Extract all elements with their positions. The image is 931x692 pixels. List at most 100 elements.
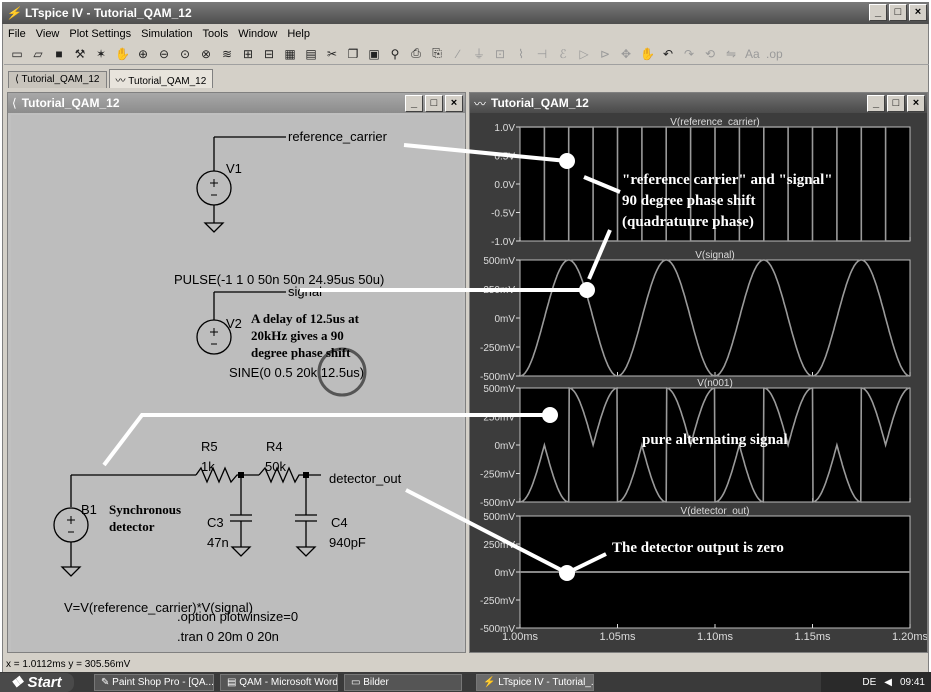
wire-v1-top [213,136,286,171]
mirror-icon[interactable]: ⇋ [724,47,738,61]
pane-3-ytick-label-0: 500mV [483,512,515,523]
waveform-close-button[interactable]: × [907,95,925,112]
schematic-minimize-button[interactable]: _ [405,95,423,112]
v1-symbol [196,170,232,206]
wire-icon[interactable]: ∕ [451,47,465,61]
paste-icon[interactable]: ▣ [367,47,381,61]
label-icon[interactable]: ⊡ [493,47,507,61]
cut-icon[interactable]: ✂ [325,47,339,61]
find-icon[interactable]: ⚲ [388,47,402,61]
taskbar: ❖ Start ✎ Paint Shop Pro - [QA... ▤ QAM -… [0,672,931,692]
note-delay-line1: A delay of 12.5us at [251,311,360,326]
r5-name: R5 [201,439,218,454]
waveform-minimize-button[interactable]: _ [867,95,885,112]
v1-polarity [210,179,218,196]
undo-icon[interactable]: ↶ [661,47,675,61]
cascade-icon[interactable]: ▤ [304,47,318,61]
v2-name: V2 [226,316,242,331]
v2-value: SINE(0 0.5 20k 12.5us) [229,365,364,380]
drag-icon[interactable]: ✋ [640,47,655,61]
pane-1-title: V(signal) [695,250,734,261]
halt-icon[interactable]: ✋ [115,47,130,61]
waveform-canvas[interactable]: V(reference_carrier) 1.0V 0.5V 0.0V -0.5V -1.… [470,115,929,652]
system-tray: DE ◀ 09:41 [821,672,931,692]
copy-icon[interactable]: ❐ [346,47,360,61]
zoom-fit-icon[interactable]: ⊙ [178,47,192,61]
menu-file[interactable]: File [8,28,26,40]
v1-value: PULSE(-1 1 0 50n 50n 24.95us 50u) [174,272,384,287]
print-icon[interactable]: ⎘ [430,46,444,61]
note-detector-line2: detector [109,519,155,534]
run-icon[interactable]: ✶ [94,47,108,61]
schematic-window-icon: ⟨ [12,96,17,110]
autorange-icon[interactable]: ≋ [220,47,234,61]
move-icon[interactable]: ✥ [619,47,633,61]
task-paint-shop-pro[interactable]: ✎ Paint Shop Pro - [QA... [94,673,214,691]
capacitor-icon[interactable]: ⊣ [535,47,549,61]
start-button[interactable]: ❖ Start [0,672,74,692]
new-schematic-icon[interactable]: ▭ [10,47,24,61]
text-icon[interactable]: Aa [745,47,760,61]
speaker-icon[interactable]: ◀ [884,677,892,688]
net-label-signal: signal [288,284,322,299]
grid-icon[interactable]: ⊞ [241,47,255,61]
zoom-cancel-icon[interactable]: ⊗ [199,47,213,61]
task-bilder-label: Bilder [363,676,389,688]
pane-1-ytick-label-0: 500mV [483,256,515,267]
spice-directive-icon[interactable]: .op [766,47,783,61]
r4-name: R4 [266,439,283,454]
waveform-icon: 〰 [115,76,129,87]
print-setup-icon[interactable]: ⎙ [409,46,423,61]
split-icon[interactable]: ⊟ [262,47,276,61]
task-ltspice[interactable]: ⚡ LTspice IV - Tutorial_... [476,673,594,691]
paint-shop-icon: ✎ [101,676,113,688]
component-icon[interactable]: ⊳ [598,47,612,61]
pane-2-ytick-label-3: -250mV [480,470,515,481]
task-word[interactable]: ▤ QAM - Microsoft Word [220,673,338,691]
menu-window[interactable]: Window [238,28,277,40]
save-icon[interactable]: ■ [52,47,66,61]
menu-plot-settings[interactable]: Plot Settings [69,28,131,40]
waveform-window: 〰 Tutorial_QAM_12 _ □ × V(reference_carr… [469,92,929,653]
schematic-canvas[interactable]: reference_carrier V1 PULSE(-1 1 0 50n 50… [11,115,463,652]
pane-0-ytick-label-4: -1.0V [491,237,515,248]
cursor-coordinates: x = 1.0112ms y = 305.56mV [6,659,131,670]
schematic-close-button[interactable]: × [445,95,463,112]
ground-icon[interactable]: ⏚ [472,45,486,62]
tab-waveform[interactable]: 〰 Tutorial_QAM_12 [108,69,214,88]
task-paint-shop-label: Paint Shop Pro - [QA... [112,676,214,688]
zoom-in-icon[interactable]: ⊕ [136,47,150,61]
maximize-button[interactable]: □ [889,4,907,21]
redo-icon[interactable]: ↷ [682,47,696,61]
close-button[interactable]: × [909,4,927,21]
control-panel-icon[interactable]: ⚒ [73,47,87,61]
c3-name: C3 [207,515,224,530]
resistor-icon[interactable]: ⌇ [514,47,528,61]
tile-icon[interactable]: ▦ [283,47,297,61]
waveform-window-title: Tutorial_QAM_12 [491,96,589,110]
rotate-icon[interactable]: ⟲ [703,47,717,61]
menu-simulation[interactable]: Simulation [141,28,192,40]
note-delay-line2: 20kHz gives a 90 [251,328,344,343]
open-icon[interactable]: ▱ [31,47,45,61]
note-delay-line3: degree phase shift [251,345,351,360]
task-bilder[interactable]: ▭ Bilder [344,673,462,691]
directive-tran: .tran 0 20m 0 20n [177,629,279,644]
inductor-icon[interactable]: ℰ [556,47,570,61]
zoom-out-icon[interactable]: ⊖ [157,47,171,61]
schematic-maximize-button[interactable]: □ [425,95,443,112]
pane-3-ytick-label-2: 0mV [494,568,515,579]
menu-view[interactable]: View [36,28,60,40]
pane-0-ytick-label-0: 1.0V [494,123,515,134]
waveform-maximize-button[interactable]: □ [887,95,905,112]
v2-polarity [210,328,218,345]
xtick-label-0: 1.00ms [502,631,539,643]
net-label-detector-out: detector_out [329,471,402,486]
menu-help[interactable]: Help [287,28,310,40]
diode-icon[interactable]: ▷ [577,47,591,61]
menu-tools[interactable]: Tools [203,28,229,40]
language-indicator[interactable]: DE [862,677,876,688]
tab-schematic[interactable]: ⟨ Tutorial_QAM_12 [8,71,107,88]
menu-bar: File View Plot Settings Simulation Tools… [4,26,929,42]
minimize-button[interactable]: _ [869,4,887,21]
